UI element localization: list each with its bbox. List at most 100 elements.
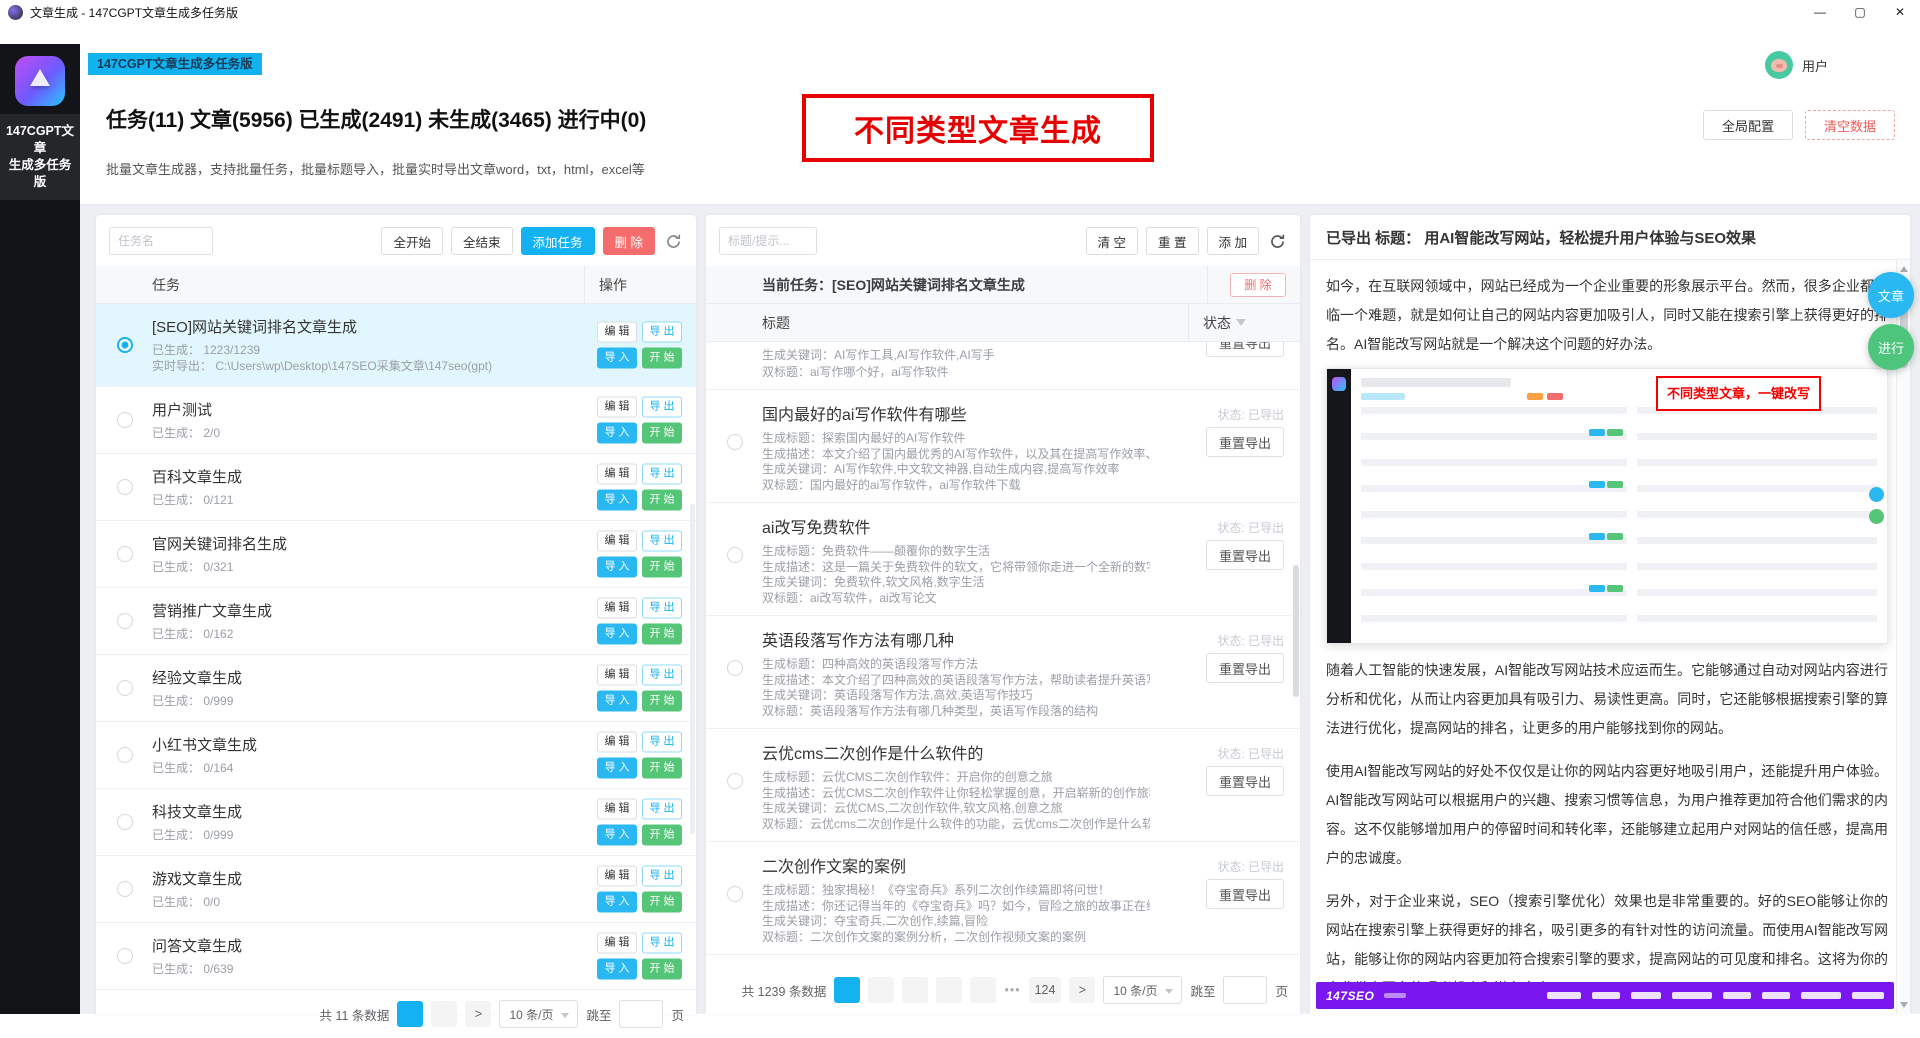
start-button[interactable]: 开 始 bbox=[642, 825, 682, 846]
task-row[interactable]: 官网关键词排名生成 已生成： 0/321 编 辑 导 出 导 入 开 始 bbox=[96, 521, 696, 588]
task-row[interactable]: 科技文章生成 已生成： 0/999 编 辑 导 出 导 入 开 始 bbox=[96, 789, 696, 856]
title-item[interactable]: ai改写免费软件 生成标题：免费软件——颠覆你的数字生活 生成描述：这是一篇关于… bbox=[706, 503, 1300, 616]
task-radio[interactable] bbox=[117, 680, 133, 696]
reset-export-button[interactable]: 重置导出 bbox=[1206, 653, 1284, 683]
jump-page-input[interactable] bbox=[619, 1000, 663, 1028]
task-row[interactable]: 小红书文章生成 已生成： 0/164 编 辑 导 出 导 入 开 始 bbox=[96, 722, 696, 789]
export-button[interactable]: 导 出 bbox=[642, 598, 682, 619]
import-button[interactable]: 导 入 bbox=[597, 423, 637, 444]
reset-export-button[interactable]: 重置导出 bbox=[1206, 342, 1284, 357]
task-row[interactable]: [SEO]网站关键词排名文章生成 已生成： 1223/1239 实时导出： C:… bbox=[96, 304, 696, 387]
page-button[interactable] bbox=[970, 977, 996, 1003]
edit-button[interactable]: 编 辑 bbox=[597, 464, 637, 485]
edit-button[interactable]: 编 辑 bbox=[597, 665, 637, 686]
export-button[interactable]: 导 出 bbox=[642, 732, 682, 753]
scroll-down-icon[interactable] bbox=[1900, 1002, 1908, 1008]
title-radio[interactable] bbox=[727, 660, 743, 676]
task-radio[interactable] bbox=[117, 814, 133, 830]
current-app-tab[interactable]: 147CGPT文章生成多任务版 bbox=[88, 53, 262, 75]
import-button[interactable]: 导 入 bbox=[597, 624, 637, 645]
add-title-button[interactable]: 添 加 bbox=[1207, 227, 1259, 255]
start-button[interactable]: 开 始 bbox=[642, 892, 682, 913]
task-row[interactable]: 问答文章生成 已生成： 0/639 编 辑 导 出 导 入 开 始 bbox=[96, 923, 696, 990]
article-scrollbar[interactable] bbox=[1896, 260, 1910, 1014]
start-button[interactable]: 开 始 bbox=[642, 691, 682, 712]
task-row[interactable]: 营销推广文章生成 已生成： 0/162 编 辑 导 出 导 入 开 始 bbox=[96, 588, 696, 655]
stop-all-button[interactable]: 全结束 bbox=[451, 227, 513, 255]
sidebar-item-active[interactable]: 147CGPT文章 生成多任务版 bbox=[0, 114, 80, 200]
minimize-icon[interactable]: — bbox=[1800, 0, 1840, 24]
title-search-input[interactable] bbox=[719, 227, 817, 255]
title-item-partial[interactable]: 生成关键词：AI写作工具,AI写作软件,AI写手 双标题：ai写作哪个好，ai写… bbox=[706, 342, 1300, 390]
start-button[interactable]: 开 始 bbox=[642, 758, 682, 779]
tasks-scrollbar[interactable] bbox=[690, 504, 695, 834]
task-row[interactable]: 百科文章生成 已生成： 0/121 编 辑 导 出 导 入 开 始 bbox=[96, 454, 696, 521]
task-search-input[interactable] bbox=[109, 227, 213, 255]
edit-button[interactable]: 编 辑 bbox=[597, 799, 637, 820]
global-config-button[interactable]: 全局配置 bbox=[1703, 110, 1793, 140]
export-button[interactable]: 导 出 bbox=[642, 665, 682, 686]
export-button[interactable]: 导 出 bbox=[642, 866, 682, 887]
task-radio[interactable] bbox=[117, 412, 133, 428]
title-item[interactable]: 国内最好的ai写作软件有哪些 生成标题：探索国内最好的AI写作软件 生成描述：本… bbox=[706, 390, 1300, 503]
page-button[interactable] bbox=[902, 977, 928, 1003]
start-all-button[interactable]: 全开始 bbox=[381, 227, 443, 255]
clear-button[interactable]: 清 空 bbox=[1086, 227, 1138, 255]
page-button[interactable] bbox=[397, 1001, 423, 1027]
export-button[interactable]: 导 出 bbox=[642, 531, 682, 552]
title-item[interactable]: 文案改写成段子 生成标题：震撼！聪明人都在用这个软件，带你轻松创作段子写软文 生… bbox=[706, 955, 1300, 966]
task-radio[interactable] bbox=[117, 881, 133, 897]
import-button[interactable]: 导 入 bbox=[597, 557, 637, 578]
title-item[interactable]: 英语段落写作方法有哪几种 生成标题：四种高效的英语段落写作方法 生成描述：本文介… bbox=[706, 616, 1300, 729]
import-button[interactable]: 导 入 bbox=[597, 490, 637, 511]
refresh-icon[interactable] bbox=[663, 231, 683, 251]
start-button[interactable]: 开 始 bbox=[642, 490, 682, 511]
scroll-up-icon[interactable] bbox=[1900, 266, 1908, 272]
export-button[interactable]: 导 出 bbox=[642, 464, 682, 485]
task-row[interactable]: 游戏文章生成 已生成： 0/0 编 辑 导 出 导 入 开 始 bbox=[96, 856, 696, 923]
reset-export-button[interactable]: 重置导出 bbox=[1206, 427, 1284, 457]
jump-page-input[interactable] bbox=[1223, 976, 1267, 1004]
task-radio[interactable] bbox=[117, 546, 133, 562]
titles-scrollbar[interactable] bbox=[1293, 565, 1299, 697]
edit-button[interactable]: 编 辑 bbox=[597, 732, 637, 753]
start-button[interactable]: 开 始 bbox=[642, 624, 682, 645]
page-button[interactable] bbox=[431, 1001, 457, 1027]
clear-data-button[interactable]: 清空数据 bbox=[1805, 110, 1895, 140]
reset-button[interactable]: 重 置 bbox=[1146, 227, 1198, 255]
edit-button[interactable]: 编 辑 bbox=[597, 322, 637, 343]
start-button[interactable]: 开 始 bbox=[642, 423, 682, 444]
start-button[interactable]: 开 始 bbox=[642, 348, 682, 369]
import-button[interactable]: 导 入 bbox=[597, 758, 637, 779]
start-button[interactable]: 开 始 bbox=[642, 959, 682, 980]
edit-button[interactable]: 编 辑 bbox=[597, 531, 637, 552]
task-radio[interactable] bbox=[117, 337, 133, 353]
edit-button[interactable]: 编 辑 bbox=[597, 598, 637, 619]
close-icon[interactable]: ✕ bbox=[1880, 0, 1920, 24]
export-button[interactable]: 导 出 bbox=[642, 397, 682, 418]
task-radio[interactable] bbox=[117, 948, 133, 964]
title-radio[interactable] bbox=[727, 547, 743, 563]
title-radio[interactable] bbox=[727, 434, 743, 450]
task-row[interactable]: 用户测试 已生成： 2/0 编 辑 导 出 导 入 开 始 bbox=[96, 387, 696, 454]
filter-icon[interactable] bbox=[1236, 319, 1246, 326]
task-radio[interactable] bbox=[117, 479, 133, 495]
user-box[interactable]: 用户 bbox=[1765, 51, 1828, 79]
import-button[interactable]: 导 入 bbox=[597, 825, 637, 846]
title-radio[interactable] bbox=[727, 886, 743, 902]
next-page-button[interactable]: > bbox=[465, 1001, 491, 1027]
start-button[interactable]: 开 始 bbox=[642, 557, 682, 578]
export-button[interactable]: 导 出 bbox=[642, 799, 682, 820]
float-article-button[interactable]: 文章 bbox=[1868, 272, 1914, 318]
maximize-icon[interactable]: ▢ bbox=[1840, 0, 1880, 24]
export-button[interactable]: 导 出 bbox=[642, 322, 682, 343]
import-button[interactable]: 导 入 bbox=[597, 892, 637, 913]
add-task-button[interactable]: 添加任务 bbox=[521, 227, 595, 255]
edit-button[interactable]: 编 辑 bbox=[597, 933, 637, 954]
last-page-button[interactable]: 124 bbox=[1029, 977, 1062, 1003]
import-button[interactable]: 导 入 bbox=[597, 348, 637, 369]
title-item[interactable]: 云优cms二次创作是什么软件的 生成标题：云优CMS二次创作软件：开启你的创意之… bbox=[706, 729, 1300, 842]
page-button[interactable] bbox=[868, 977, 894, 1003]
title-radio[interactable] bbox=[727, 773, 743, 789]
next-page-button[interactable]: > bbox=[1069, 977, 1095, 1003]
